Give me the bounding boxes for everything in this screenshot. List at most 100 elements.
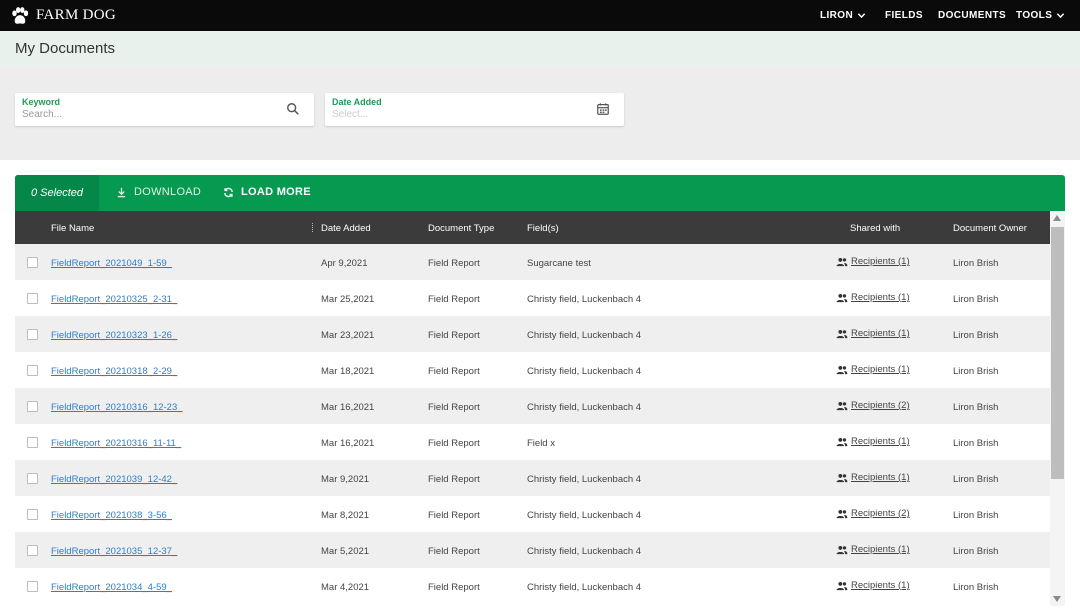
row-checkbox[interactable]	[27, 365, 38, 376]
row-checkbox[interactable]	[27, 401, 38, 412]
row-checkbox[interactable]	[27, 545, 38, 556]
column-header-fields[interactable]: Field(s)	[527, 223, 559, 234]
nav-fields[interactable]: FIELDS	[885, 10, 923, 21]
row-checkbox[interactable]	[27, 257, 38, 268]
document-owner-cell: Liron Brish	[953, 546, 999, 557]
file-name-link[interactable]: FieldReport_2021035_12-37_	[51, 546, 177, 557]
file-name-link[interactable]: FieldReport_20210318_2-29_	[51, 366, 177, 377]
table-row[interactable]: FieldReport_20210316_11-11_ Mar 16,2021 …	[15, 424, 1050, 460]
recipients-link[interactable]: Recipients (1)	[851, 364, 910, 375]
date-added-cell: Mar 4,2021	[321, 582, 370, 593]
date-added-cell: Apr 9,2021	[321, 258, 368, 269]
load-more-label: LOAD MORE	[241, 186, 311, 198]
scroll-down-arrow-icon[interactable]	[1053, 596, 1061, 602]
table-row[interactable]: FieldReport_20210323_1-26_ Mar 23,2021 F…	[15, 316, 1050, 352]
row-checkbox[interactable]	[27, 293, 38, 304]
document-type-cell: Field Report	[428, 366, 480, 377]
people-icon	[836, 545, 848, 554]
row-checkbox[interactable]	[27, 329, 38, 340]
file-name-link[interactable]: FieldReport_20210325_2-31_	[51, 294, 177, 305]
date-added-cell: Mar 9,2021	[321, 474, 370, 485]
nav-user-menu[interactable]: LIRON	[820, 10, 866, 21]
recipients-link[interactable]: Recipients (1)	[851, 256, 910, 267]
scroll-up-arrow-icon[interactable]	[1053, 215, 1061, 221]
brand-logo[interactable]: FARM DOG	[9, 5, 116, 27]
row-checkbox[interactable]	[27, 437, 38, 448]
row-checkbox[interactable]	[27, 473, 38, 484]
people-icon	[836, 257, 848, 266]
search-icon[interactable]	[286, 102, 300, 116]
file-name-link[interactable]: FieldReport_2021034_4-59_	[51, 582, 172, 593]
recipients-link[interactable]: Recipients (2)	[851, 400, 910, 411]
document-owner-cell: Liron Brish	[953, 366, 999, 377]
fields-cell: Christy field, Luckenbach 4	[527, 474, 642, 485]
recipients-link[interactable]: Recipients (1)	[851, 544, 910, 555]
nav-tools-menu[interactable]: TOOLS	[1016, 10, 1065, 21]
document-owner-cell: Liron Brish	[953, 402, 999, 413]
document-type-cell: Field Report	[428, 402, 480, 413]
keyword-search-input[interactable]	[22, 109, 262, 120]
column-header-shared-with[interactable]: Shared with	[850, 223, 900, 234]
shared-with-cell: Recipients (1)	[836, 436, 910, 447]
column-header-document-owner[interactable]: Document Owner	[953, 223, 1027, 234]
row-checkbox[interactable]	[27, 581, 38, 592]
table-row[interactable]: FieldReport_20210318_2-29_ Mar 18,2021 F…	[15, 352, 1050, 388]
nav-tools-label: TOOLS	[1016, 10, 1053, 21]
column-header-file-name[interactable]: File Name	[51, 223, 94, 234]
fields-cell: Christy field, Luckenbach 4	[527, 546, 642, 557]
scrollbar-thumb[interactable]	[1051, 227, 1064, 479]
calendar-icon[interactable]	[596, 102, 610, 116]
date-added-cell: Mar 16,2021	[321, 402, 375, 413]
file-name-link[interactable]: FieldReport_2021039_12-42_	[51, 474, 177, 485]
load-more-button[interactable]: LOAD MORE	[223, 186, 311, 198]
column-header-date-added[interactable]: Date Added	[321, 223, 371, 234]
table-header: File Name Date Added Document Type Field…	[15, 211, 1050, 244]
file-name-link[interactable]: FieldReport_20210316_11-11_	[51, 438, 181, 449]
shared-with-cell: Recipients (1)	[836, 328, 910, 339]
download-icon	[117, 187, 126, 197]
table-row[interactable]: FieldReport_2021039_12-42_ Mar 9,2021 Fi…	[15, 460, 1050, 496]
table-scrollbar[interactable]	[1050, 211, 1065, 606]
fields-cell: Sugarcane test	[527, 258, 591, 269]
row-checkbox[interactable]	[27, 509, 38, 520]
date-added-cell: Mar 23,2021	[321, 330, 375, 341]
keyword-filter[interactable]: Keyword	[15, 93, 314, 126]
shared-with-cell: Recipients (2)	[836, 508, 910, 519]
recipients-link[interactable]: Recipients (2)	[851, 508, 910, 519]
table-row[interactable]: FieldReport_2021034_4-59_ Mar 4,2021 Fie…	[15, 568, 1050, 604]
table-row[interactable]: FieldReport_2021035_12-37_ Mar 5,2021 Fi…	[15, 532, 1050, 568]
table-body: FieldReport_2021049_1-59_ Apr 9,2021 Fie…	[15, 244, 1050, 604]
page-title-bar: My Documents	[0, 31, 1080, 66]
file-name-link[interactable]: FieldReport_20210323_1-26_	[51, 330, 177, 341]
download-button[interactable]: DOWNLOAD	[116, 186, 201, 198]
column-header-document-type[interactable]: Document Type	[428, 223, 494, 234]
column-resize-handle[interactable]	[312, 223, 314, 232]
people-icon	[836, 401, 848, 410]
recipients-link[interactable]: Recipients (1)	[851, 472, 910, 483]
table-row[interactable]: FieldReport_20210325_2-31_ Mar 25,2021 F…	[15, 280, 1050, 316]
people-icon	[836, 581, 848, 590]
date-added-filter[interactable]: Date Added	[325, 93, 624, 126]
recipients-link[interactable]: Recipients (1)	[851, 328, 910, 339]
fields-cell: Christy field, Luckenbach 4	[527, 366, 642, 377]
date-added-input[interactable]	[332, 109, 572, 120]
shared-with-cell: Recipients (1)	[836, 544, 910, 555]
brand-name: FARM DOG	[36, 7, 117, 23]
table-row[interactable]: FieldReport_2021038_3-56_ Mar 8,2021 Fie…	[15, 496, 1050, 532]
date-added-label: Date Added	[332, 97, 382, 107]
file-name-link[interactable]: FieldReport_2021049_1-59_	[51, 258, 172, 269]
file-name-link[interactable]: FieldReport_20210316_12-23_	[51, 402, 183, 413]
nav-documents[interactable]: DOCUMENTS	[938, 10, 1006, 21]
recipients-link[interactable]: Recipients (1)	[851, 292, 910, 303]
recipients-link[interactable]: Recipients (1)	[851, 436, 910, 447]
recipients-link[interactable]: Recipients (1)	[851, 580, 910, 591]
table-row[interactable]: FieldReport_20210316_12-23_ Mar 16,2021 …	[15, 388, 1050, 424]
fields-cell: Field x	[527, 438, 555, 449]
file-name-link[interactable]: FieldReport_2021038_3-56_	[51, 510, 172, 521]
table-row[interactable]: FieldReport_2021049_1-59_ Apr 9,2021 Fie…	[15, 244, 1050, 280]
date-added-cell: Mar 8,2021	[321, 510, 370, 521]
fields-cell: Christy field, Luckenbach 4	[527, 294, 642, 305]
document-owner-cell: Liron Brish	[953, 582, 999, 593]
shared-with-cell: Recipients (1)	[836, 292, 910, 303]
document-owner-cell: Liron Brish	[953, 510, 999, 521]
